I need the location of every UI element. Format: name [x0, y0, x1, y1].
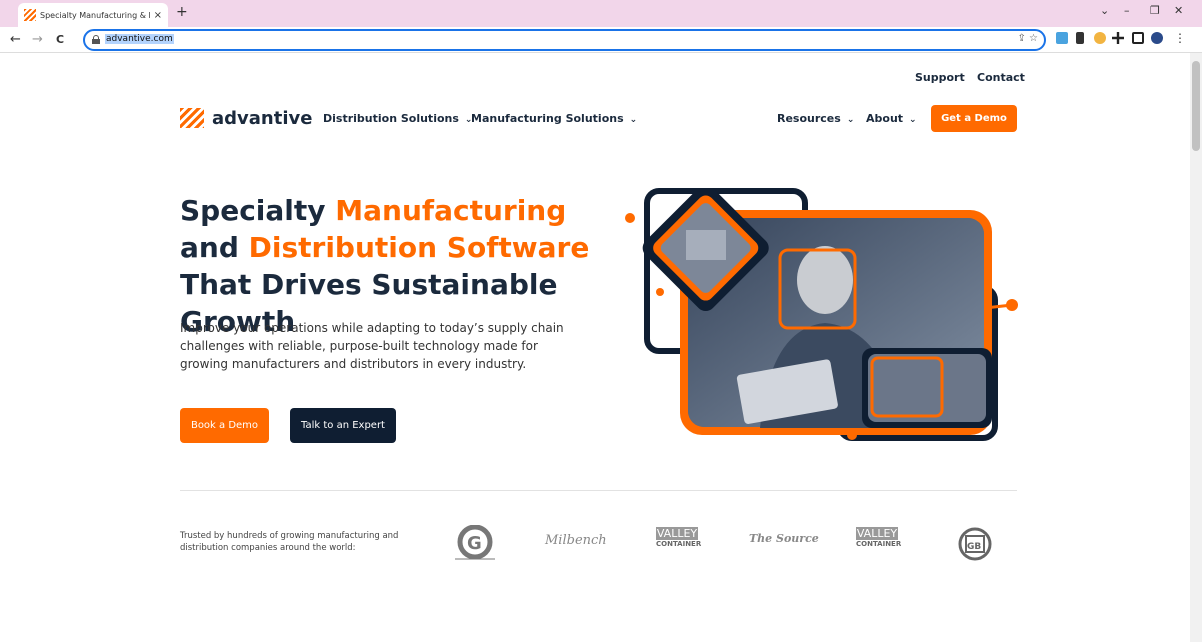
partner-logo-valley-text: VALLEY	[656, 527, 698, 540]
partner-logo-valley-text: VALLEY	[856, 527, 898, 540]
partner-logo-gb-text: GB	[967, 542, 981, 552]
nav-label: About	[866, 112, 904, 125]
nav-distribution-solutions[interactable]: Distribution Solutions ⌄	[323, 112, 472, 125]
close-window-button[interactable]: ✕	[1174, 4, 1183, 17]
logo-text: advantive	[212, 107, 313, 129]
inset-photo	[868, 354, 986, 422]
heading-highlight: Manufacturing	[335, 194, 567, 227]
extension-2-icon[interactable]	[1076, 32, 1084, 44]
restore-button[interactable]: ❐	[1150, 4, 1160, 17]
advantive-logo[interactable]: advantive	[180, 105, 312, 131]
get-a-demo-button[interactable]: Get a Demo	[931, 105, 1017, 132]
partner-logo-g: G	[453, 524, 497, 561]
tab-title: Specialty Manufacturing & Distr	[40, 10, 150, 20]
side-panel-icon[interactable]	[1132, 32, 1144, 44]
partner-logo-gb: GB	[958, 527, 992, 561]
nav-label: Resources	[777, 112, 841, 125]
nav-about[interactable]: About ⌄	[866, 112, 917, 125]
minimize-button[interactable]: –	[1124, 4, 1130, 17]
nav-resources[interactable]: Resources ⌄	[777, 112, 854, 125]
extension-1-icon[interactable]	[1056, 32, 1068, 44]
partner-logo-container-text: CONTAINER	[856, 540, 902, 548]
share-bookmark-icons[interactable]: ⇪ ☆	[1017, 33, 1038, 44]
partner-logo-g-text: G	[467, 533, 482, 554]
hero-lead-text: Improve your operations while adapting t…	[180, 321, 564, 371]
hero-illustration	[625, 188, 1018, 441]
nav-label: Distribution Solutions	[323, 112, 459, 125]
nav-manufacturing-solutions[interactable]: Manufacturing Solutions ⌄	[471, 112, 637, 125]
advantive-logo-mark-icon	[180, 108, 204, 128]
forward-button[interactable]: →	[32, 32, 43, 47]
hero-heading: Specialty Manufacturing and Distribution…	[180, 192, 600, 340]
partner-logo-valley-container-1: VALLEY CONTAINER	[656, 527, 702, 548]
chevron-down-icon: ⌄	[909, 115, 917, 125]
contact-link[interactable]: Contact	[977, 71, 1025, 84]
url-text[interactable]: advantive.com	[105, 34, 174, 44]
browser-tab-bar: Specialty Manufacturing & Distr × + ⌄ – …	[0, 0, 1202, 27]
scrollbar-thumb[interactable]	[1192, 61, 1200, 151]
lock-icon	[92, 35, 100, 44]
heading-highlight: Distribution Software	[248, 231, 590, 264]
trusted-by-text: Trusted by hundreds of growing manufactu…	[180, 531, 399, 553]
partner-logo-milbench: Milbench	[545, 533, 607, 548]
browser-toolbar: ← → C advantive.com ⇪ ☆ ⋮	[0, 27, 1202, 53]
person-head	[797, 246, 853, 314]
browser-tab[interactable]: Specialty Manufacturing & Distr ×	[18, 3, 168, 27]
talk-to-expert-button[interactable]: Talk to an Expert	[290, 408, 396, 443]
book-a-demo-button[interactable]: Book a Demo	[180, 408, 269, 443]
partner-logo-container-text: CONTAINER	[656, 540, 702, 548]
profile-avatar[interactable]	[1151, 32, 1163, 44]
partner-logo-valley-container-2: VALLEY CONTAINER	[856, 527, 902, 548]
advantive-favicon-icon	[24, 9, 36, 21]
support-link[interactable]: Support	[915, 71, 965, 84]
nav-label: Manufacturing Solutions	[471, 112, 624, 125]
chevron-down-icon: ⌄	[629, 115, 638, 125]
extensions-puzzle-icon[interactable]	[1112, 32, 1124, 44]
address-bar[interactable]: advantive.com ⇪ ☆	[83, 29, 1046, 51]
section-divider	[180, 490, 1017, 491]
close-tab-icon[interactable]: ×	[154, 10, 162, 21]
chevron-down-icon: ⌄	[846, 115, 855, 125]
page-scrollbar[interactable]	[1190, 53, 1202, 642]
browser-menu-icon[interactable]: ⋮	[1174, 31, 1186, 45]
heading-text: Specialty	[180, 194, 336, 227]
tab-search-icon[interactable]: ⌄	[1100, 4, 1109, 17]
extension-3-icon[interactable]	[1094, 32, 1106, 44]
new-tab-button[interactable]: +	[176, 4, 188, 20]
partner-logo-the-source: The Source	[749, 532, 819, 545]
reload-button[interactable]: C	[56, 33, 64, 46]
heading-text: and	[180, 231, 249, 264]
back-button[interactable]: ←	[10, 32, 21, 47]
